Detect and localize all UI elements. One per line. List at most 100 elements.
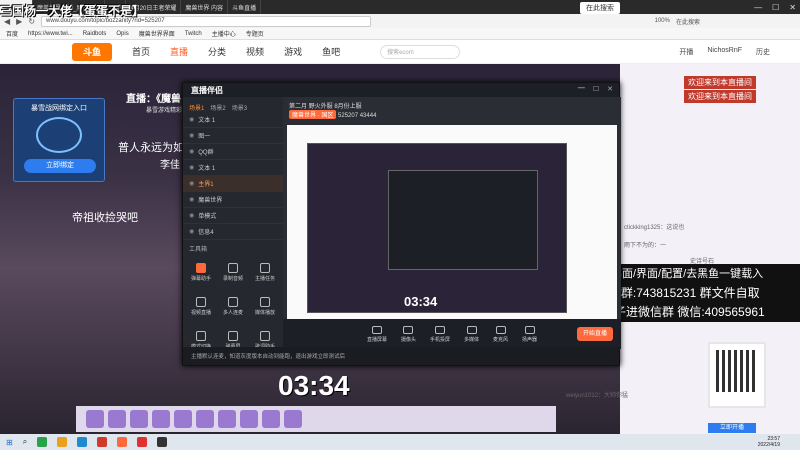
live-companion-window: 直播伴侣 — ☐ ✕ 场景1 场景2 场景3 ◉ 文本 1 ◉ 图一 ◉ QQ群 ◉ 文… [182, 82, 621, 366]
fan-count: 43444 [359, 113, 377, 119]
tool-item[interactable]: 视频直播 [187, 291, 215, 321]
source-item[interactable]: ◉ 文本 1 [183, 112, 283, 128]
eye-icon[interactable]: ◉ [189, 196, 194, 203]
eye-icon[interactable]: ◉ [189, 132, 194, 139]
close-icon[interactable]: ✕ [607, 85, 613, 93]
gift-icon[interactable] [174, 410, 192, 428]
welcome-notice: 欢迎来到本直播间 [684, 76, 756, 89]
tool-item[interactable]: 弹幕助手 [187, 257, 215, 287]
browser-search-box[interactable]: 在此搜索 [580, 2, 620, 14]
user-name[interactable]: NichosRnF [707, 47, 742, 57]
taskbar-app-icon[interactable] [37, 437, 48, 447]
window-controls: — ☐ ✕ [754, 0, 796, 14]
close-icon[interactable]: ✕ [789, 3, 796, 12]
site-logo[interactable]: 斗鱼 [72, 42, 112, 61]
source-item[interactable]: ◉ 主界1 [183, 176, 283, 192]
camera-button[interactable]: 摄像头 [401, 325, 416, 343]
browser-tab[interactable]: 斗鱼直播 [228, 0, 262, 14]
taskbar-app-icon[interactable] [57, 437, 68, 447]
start-live-button[interactable]: 开始直播 [577, 327, 613, 341]
bookmark-item[interactable]: Opis [116, 31, 128, 37]
gift-icon[interactable] [196, 410, 214, 428]
gift-icon[interactable] [152, 410, 170, 428]
bookmark-item[interactable]: Raidbots [83, 31, 107, 37]
gift-icon[interactable] [284, 410, 302, 428]
source-item[interactable]: ◉ 图一 [183, 128, 283, 144]
nav-video[interactable]: 视频 [246, 45, 264, 58]
media-button[interactable]: 多媒体 [464, 325, 479, 343]
nav-home[interactable]: 首页 [132, 45, 150, 58]
start-broadcast-button[interactable]: 立即开播 [708, 423, 756, 433]
companion-sidebar: 场景1 场景2 场景3 ◉ 文本 1 ◉ 图一 ◉ QQ群 ◉ 文本 1 ◉ 主界1 ◉ 魔… [183, 97, 283, 350]
tab-scene-3[interactable]: 场景3 [232, 103, 247, 112]
gift-icon[interactable] [262, 410, 280, 428]
taskbar-app-icon[interactable] [157, 437, 168, 447]
screen-capture-button[interactable]: 直播屏幕 [367, 325, 387, 343]
bind-card-title: 暴雪战网绑定入口 [31, 105, 87, 112]
nav-yuba[interactable]: 鱼吧 [322, 45, 340, 58]
tab-scene-2[interactable]: 场景2 [210, 103, 225, 112]
toolbox-grid: 弹幕助手 录制音频 主播任务 视频直播 多人连麦 媒体播放 模式切换 弹幕屏 歌… [183, 257, 283, 355]
source-item[interactable]: ◉ 文本 1 [183, 160, 283, 176]
taskbar-app-icon[interactable] [77, 437, 88, 447]
companion-status-bar: 主播默认连麦，知道灰度版本自动到能跑，退出游戏立即测试后 [183, 347, 619, 365]
tool-icon [260, 296, 270, 307]
gift-icon[interactable] [240, 410, 258, 428]
maximize-icon[interactable]: ☐ [772, 3, 779, 12]
mic-button[interactable]: 麦克风 [493, 325, 508, 343]
source-item[interactable]: ◉ 单模式 [183, 208, 283, 224]
taskbar-app-icon[interactable] [137, 437, 148, 447]
taskbar-clock[interactable]: 23:57 2022/4/19 [758, 436, 780, 448]
bookmark-item[interactable]: Twitch [185, 31, 202, 37]
eye-icon[interactable]: ◉ [189, 212, 194, 219]
eye-icon[interactable]: ◉ [189, 148, 194, 155]
chat-line: ctickking1325：这说也 [624, 225, 685, 231]
minimize-icon[interactable]: — [754, 3, 762, 12]
bookmark-item[interactable]: 主播中心 [212, 29, 236, 38]
browser-tab[interactable]: 魔兽世界 内容 [181, 0, 229, 14]
site-search-input[interactable]: 搜索ecom [380, 44, 461, 59]
source-item[interactable]: ◉ 魔兽世界 [183, 192, 283, 208]
source-item[interactable]: ◉ QQ群 [183, 144, 283, 160]
gift-icon[interactable] [130, 410, 148, 428]
nested-preview-inner [388, 170, 538, 270]
phone-cast-button[interactable]: 手机投屏 [430, 325, 450, 343]
gift-icon[interactable] [108, 410, 126, 428]
tool-icon [228, 330, 238, 341]
eye-icon[interactable]: ◉ [189, 180, 194, 187]
bookmark-item[interactable]: 百度 [6, 29, 18, 38]
nav-games[interactable]: 游戏 [284, 45, 302, 58]
preview-timer: 03:34 [404, 294, 438, 309]
tool-item[interactable]: 多人连麦 [219, 291, 247, 321]
bind-button[interactable]: 立即绑定 [24, 159, 96, 173]
bookmark-item[interactable]: https://www.twi... [28, 31, 73, 37]
eye-icon[interactable]: ◉ [189, 228, 194, 235]
gift-icon[interactable] [218, 410, 236, 428]
eye-icon[interactable]: ◉ [189, 116, 194, 123]
taskbar-app-icon[interactable] [97, 437, 108, 447]
eye-icon[interactable]: ◉ [189, 164, 194, 171]
scene-tabs: 场景1 场景2 场景3 [183, 97, 283, 112]
gift-icon[interactable] [86, 410, 104, 428]
taskbar-app-icon[interactable] [117, 437, 128, 447]
nav-category[interactable]: 分类 [208, 45, 226, 58]
tool-item[interactable]: 媒体播放 [251, 291, 279, 321]
right-search-label[interactable]: 在此搜索 [676, 17, 700, 26]
source-item[interactable]: ◉ 信息4 [183, 224, 283, 240]
tool-icon [260, 330, 270, 341]
tool-item[interactable]: 录制音频 [219, 257, 247, 287]
bookmark-item[interactable]: 魔兽世界界面 [139, 29, 175, 38]
monitor-icon [371, 325, 382, 334]
tab-scene-1[interactable]: 场景1 [189, 103, 204, 112]
maximize-icon[interactable]: ☐ [593, 85, 599, 93]
bookmark-item[interactable]: 专题页 [246, 29, 264, 38]
search-icon[interactable]: ⌕ [23, 437, 27, 447]
minimize-icon[interactable]: — [578, 85, 585, 93]
tool-item[interactable]: 主播任务 [251, 257, 279, 287]
speaker-button[interactable]: 扬声器 [522, 325, 537, 343]
windows-start-icon[interactable]: ⊞ [6, 438, 13, 447]
history-link[interactable]: 历史 [756, 47, 770, 57]
start-stream-link[interactable]: 开播 [679, 47, 693, 57]
nav-live[interactable]: 直播 [170, 45, 188, 58]
stream-preview[interactable]: 03:34 [287, 125, 617, 323]
